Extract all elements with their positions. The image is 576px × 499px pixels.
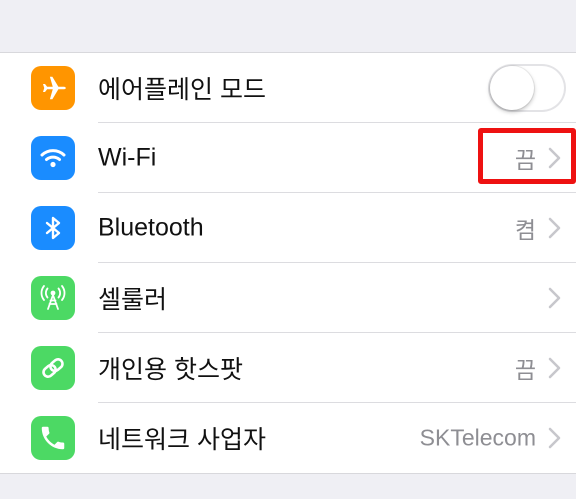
airplane-icon (31, 66, 75, 110)
chain-link-icon (31, 346, 75, 390)
carrier-label: 네트워크 사업자 (98, 426, 266, 454)
settings-row-cellular[interactable]: 셀룰러 (0, 263, 576, 333)
antenna-icon (31, 276, 75, 320)
connectivity-settings-group: 에어플레인 모드 Wi-Fi 끔 Bluetooth 켬 셀룰러 개인용 핫스팟… (0, 53, 576, 474)
section-spacer (0, 0, 576, 53)
personal-hotspot-value: 끔 (514, 357, 536, 383)
wifi-highlight-box (478, 128, 576, 184)
settings-row-personal-hotspot[interactable]: 개인용 핫스팟 끔 (0, 333, 576, 403)
settings-row-bluetooth[interactable]: Bluetooth 켬 (0, 193, 576, 263)
chevron-right-icon (548, 287, 561, 309)
chevron-right-icon (548, 217, 561, 239)
phone-icon (31, 416, 75, 460)
airplane-mode-toggle[interactable] (488, 64, 566, 112)
wifi-label: Wi-Fi (98, 143, 157, 172)
chevron-right-icon (548, 357, 561, 379)
carrier-value: SKTelecom (419, 424, 536, 451)
chevron-right-icon (548, 427, 561, 449)
settings-row-airplane-mode: 에어플레인 모드 (0, 53, 576, 123)
toggle-knob (490, 66, 534, 110)
bluetooth-value: 켬 (514, 217, 536, 243)
bluetooth-icon (31, 206, 75, 250)
settings-screen: 에어플레인 모드 Wi-Fi 끔 Bluetooth 켬 셀룰러 개인용 핫스팟… (0, 0, 576, 499)
personal-hotspot-label: 개인용 핫스팟 (98, 356, 243, 384)
airplane-mode-label: 에어플레인 모드 (98, 76, 266, 104)
wifi-icon (31, 136, 75, 180)
cellular-label: 셀룰러 (98, 286, 168, 314)
settings-row-carrier[interactable]: 네트워크 사업자 SKTelecom (0, 403, 576, 473)
bluetooth-label: Bluetooth (98, 213, 204, 242)
